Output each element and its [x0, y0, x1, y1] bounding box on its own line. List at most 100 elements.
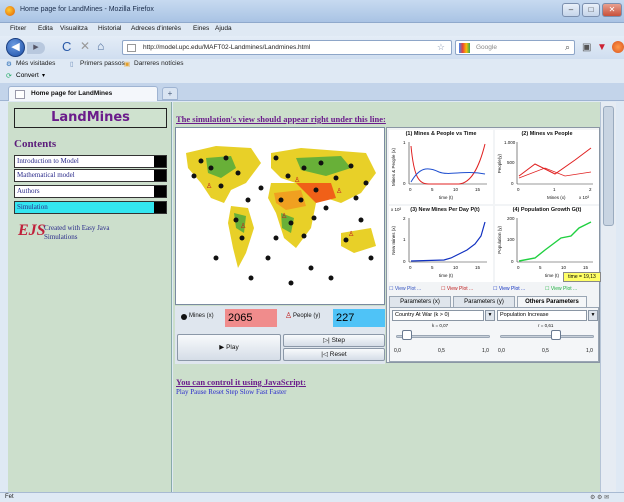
- chevron-down-icon[interactable]: ▼: [485, 310, 495, 321]
- k-slider[interactable]: [396, 330, 490, 342]
- close-window-button[interactable]: ✕: [602, 3, 622, 17]
- plot-ytick: 1.000: [504, 140, 516, 145]
- plot-ytick: 500: [507, 160, 515, 165]
- url-text: http://model.upc.edu/MAFT02-Landmines/La…: [143, 44, 311, 51]
- r-slider-label: r = 0,61: [538, 323, 554, 328]
- view-plot-checkbox-4[interactable]: ☐ View Plot ...: [545, 286, 577, 292]
- link-reset[interactable]: Reset: [208, 388, 224, 396]
- maximize-button[interactable]: □: [582, 3, 600, 17]
- search-placeholder: Google: [476, 44, 497, 51]
- r-slider[interactable]: [500, 330, 594, 342]
- reload-icon[interactable]: C: [62, 39, 71, 54]
- new-tab-button[interactable]: +: [162, 87, 178, 100]
- people-field[interactable]: 227: [333, 309, 385, 327]
- minimize-button[interactable]: –: [562, 3, 580, 17]
- nav-item-introduction[interactable]: Introduction to Model: [14, 155, 167, 168]
- k-tick: 1,0: [482, 348, 489, 354]
- plot-title: (2) Mines vs People: [521, 131, 573, 137]
- back-button[interactable]: ◀: [6, 38, 25, 57]
- nav-item-authors[interactable]: Authors: [14, 185, 167, 198]
- plot-xtick: 15: [475, 187, 481, 192]
- view-plot-checkbox-3[interactable]: ☐ View Plot ...: [493, 286, 525, 292]
- downloads-icon[interactable]: ▣: [582, 42, 591, 53]
- menu-ajuda[interactable]: Ajuda: [215, 25, 232, 32]
- vertical-scrollbar[interactable]: [600, 102, 616, 492]
- bookmark-most-visited[interactable]: Més visitades: [16, 60, 55, 67]
- plot-xlabel: time (t): [545, 273, 559, 278]
- convert-icon: ⟳: [6, 73, 12, 80]
- nav-item-mathematical-model[interactable]: Mathematical model: [14, 169, 167, 182]
- nav-item-label: Authors: [17, 187, 40, 195]
- status-text: Fet: [5, 494, 14, 500]
- view-plot-checkbox-1[interactable]: ☐ View Plot ...: [389, 286, 421, 292]
- nav-item-label: Introduction to Model: [17, 157, 79, 165]
- landmines-title: LandMines: [14, 108, 167, 128]
- r-slider-thumb[interactable]: [551, 330, 562, 340]
- step-button[interactable]: ▷| Step: [283, 334, 385, 347]
- plot-population-growth[interactable]: (4) Population Growth G(t) Population (y…: [495, 206, 601, 282]
- menu-eines[interactable]: Eines: [193, 25, 209, 32]
- search-bar[interactable]: Google ⌕: [455, 40, 575, 55]
- menu-fitxer[interactable]: Fitxer: [10, 25, 26, 32]
- country-war-dropdown[interactable]: Country At War (k > 0): [392, 310, 484, 321]
- link-pause[interactable]: Pause: [190, 388, 206, 396]
- link-slow[interactable]: Slow: [240, 388, 254, 396]
- link-step[interactable]: Step: [226, 388, 238, 396]
- forward-button[interactable]: ▶: [27, 42, 45, 54]
- menu-visualitza[interactable]: Visualitza: [60, 25, 88, 32]
- plot-new-mines-per-day[interactable]: x 10³ (3) New Mines Per Day P(t) New min…: [389, 206, 493, 282]
- search-icon[interactable]: ⌕: [565, 42, 570, 53]
- reset-button[interactable]: |◁ Reset: [283, 348, 385, 361]
- url-bar[interactable]: http://model.upc.edu/MAFT02-Landmines/La…: [122, 40, 452, 55]
- view-plot-checkbox-2[interactable]: ☐ View Plot ...: [441, 286, 473, 292]
- play-button[interactable]: ▶ Play: [177, 334, 281, 361]
- firefox-menu-icon[interactable]: [612, 41, 624, 53]
- link-play[interactable]: Play: [176, 388, 188, 396]
- mines-field[interactable]: 2065: [225, 309, 277, 327]
- menu-edita[interactable]: Edita: [38, 25, 53, 32]
- chevron-down-icon[interactable]: ▾: [42, 72, 45, 79]
- tab-home-page[interactable]: Home page for LandMines: [8, 86, 158, 101]
- stop-icon[interactable]: ✕: [80, 39, 90, 53]
- status-icons: ⚙ ⚙ ✉: [590, 495, 610, 501]
- k-slider-thumb[interactable]: [401, 330, 412, 340]
- bookmark-star-icon[interactable]: ☆: [437, 42, 445, 53]
- tab-other-parameters[interactable]: Others Parameters: [517, 296, 587, 307]
- r-tick: 0,0: [498, 348, 505, 354]
- menu-adreces[interactable]: Adreces d'interès: [131, 25, 181, 32]
- plot-xtick: 0: [409, 187, 412, 192]
- tab-parameters-y[interactable]: Parameters (y): [453, 296, 515, 307]
- link-fast[interactable]: Fast: [256, 388, 268, 396]
- tab-parameters-x[interactable]: Parameters (x): [389, 296, 451, 307]
- chevron-down-icon[interactable]: ▼: [588, 310, 598, 321]
- step-icon: ▷|: [323, 337, 332, 344]
- ejs-logo[interactable]: EJS: [18, 222, 46, 240]
- addon-icon[interactable]: ▼: [597, 42, 607, 53]
- scrollbar-thumb[interactable]: [603, 106, 614, 226]
- k-slider-label: k = 0,07: [432, 323, 449, 328]
- window-titlebar: Home page for LandMines - Mozilla Firefo…: [0, 0, 624, 23]
- menu-historial[interactable]: Historial: [98, 25, 121, 32]
- svg-text:♙: ♙: [294, 176, 300, 184]
- plot-ytick: 0: [511, 259, 514, 264]
- world-map-view[interactable]: ♙ ♙ ♙ ♙ ♙ ♙: [175, 127, 385, 305]
- plot-ylabel: Population (y): [497, 226, 502, 254]
- plot-mines-people-vs-time[interactable]: (1) Mines & People vs Time Mines & Peopl…: [389, 130, 493, 204]
- link-faster[interactable]: Faster: [269, 388, 286, 396]
- simulation-heading: The simulation's view should appear righ…: [176, 114, 386, 124]
- r-tick: 1,0: [586, 348, 593, 354]
- plot-ylabel: New mines (x): [391, 226, 396, 255]
- bookmark-latest-news[interactable]: Darreres notícies: [134, 60, 184, 67]
- home-icon[interactable]: ⌂: [97, 39, 104, 53]
- plot-xtick: 5: [431, 187, 434, 192]
- mine-icon: [181, 314, 187, 320]
- contents-heading: Contents: [14, 138, 57, 150]
- population-increase-dropdown[interactable]: Population Increase: [497, 310, 587, 321]
- rss-icon: ▣: [124, 61, 131, 68]
- nav-item-simulation[interactable]: Simulation: [14, 201, 167, 214]
- plot-xtick: 0: [409, 265, 412, 270]
- ejs-credit-link[interactable]: Created with Easy Java Simulations: [44, 224, 144, 242]
- plot-mines-vs-people[interactable]: (2) Mines vs People People(y) 1.000 500 …: [495, 130, 599, 204]
- bookmark-first-steps[interactable]: Primers passos: [80, 60, 125, 67]
- convert-button[interactable]: Convert: [16, 72, 39, 79]
